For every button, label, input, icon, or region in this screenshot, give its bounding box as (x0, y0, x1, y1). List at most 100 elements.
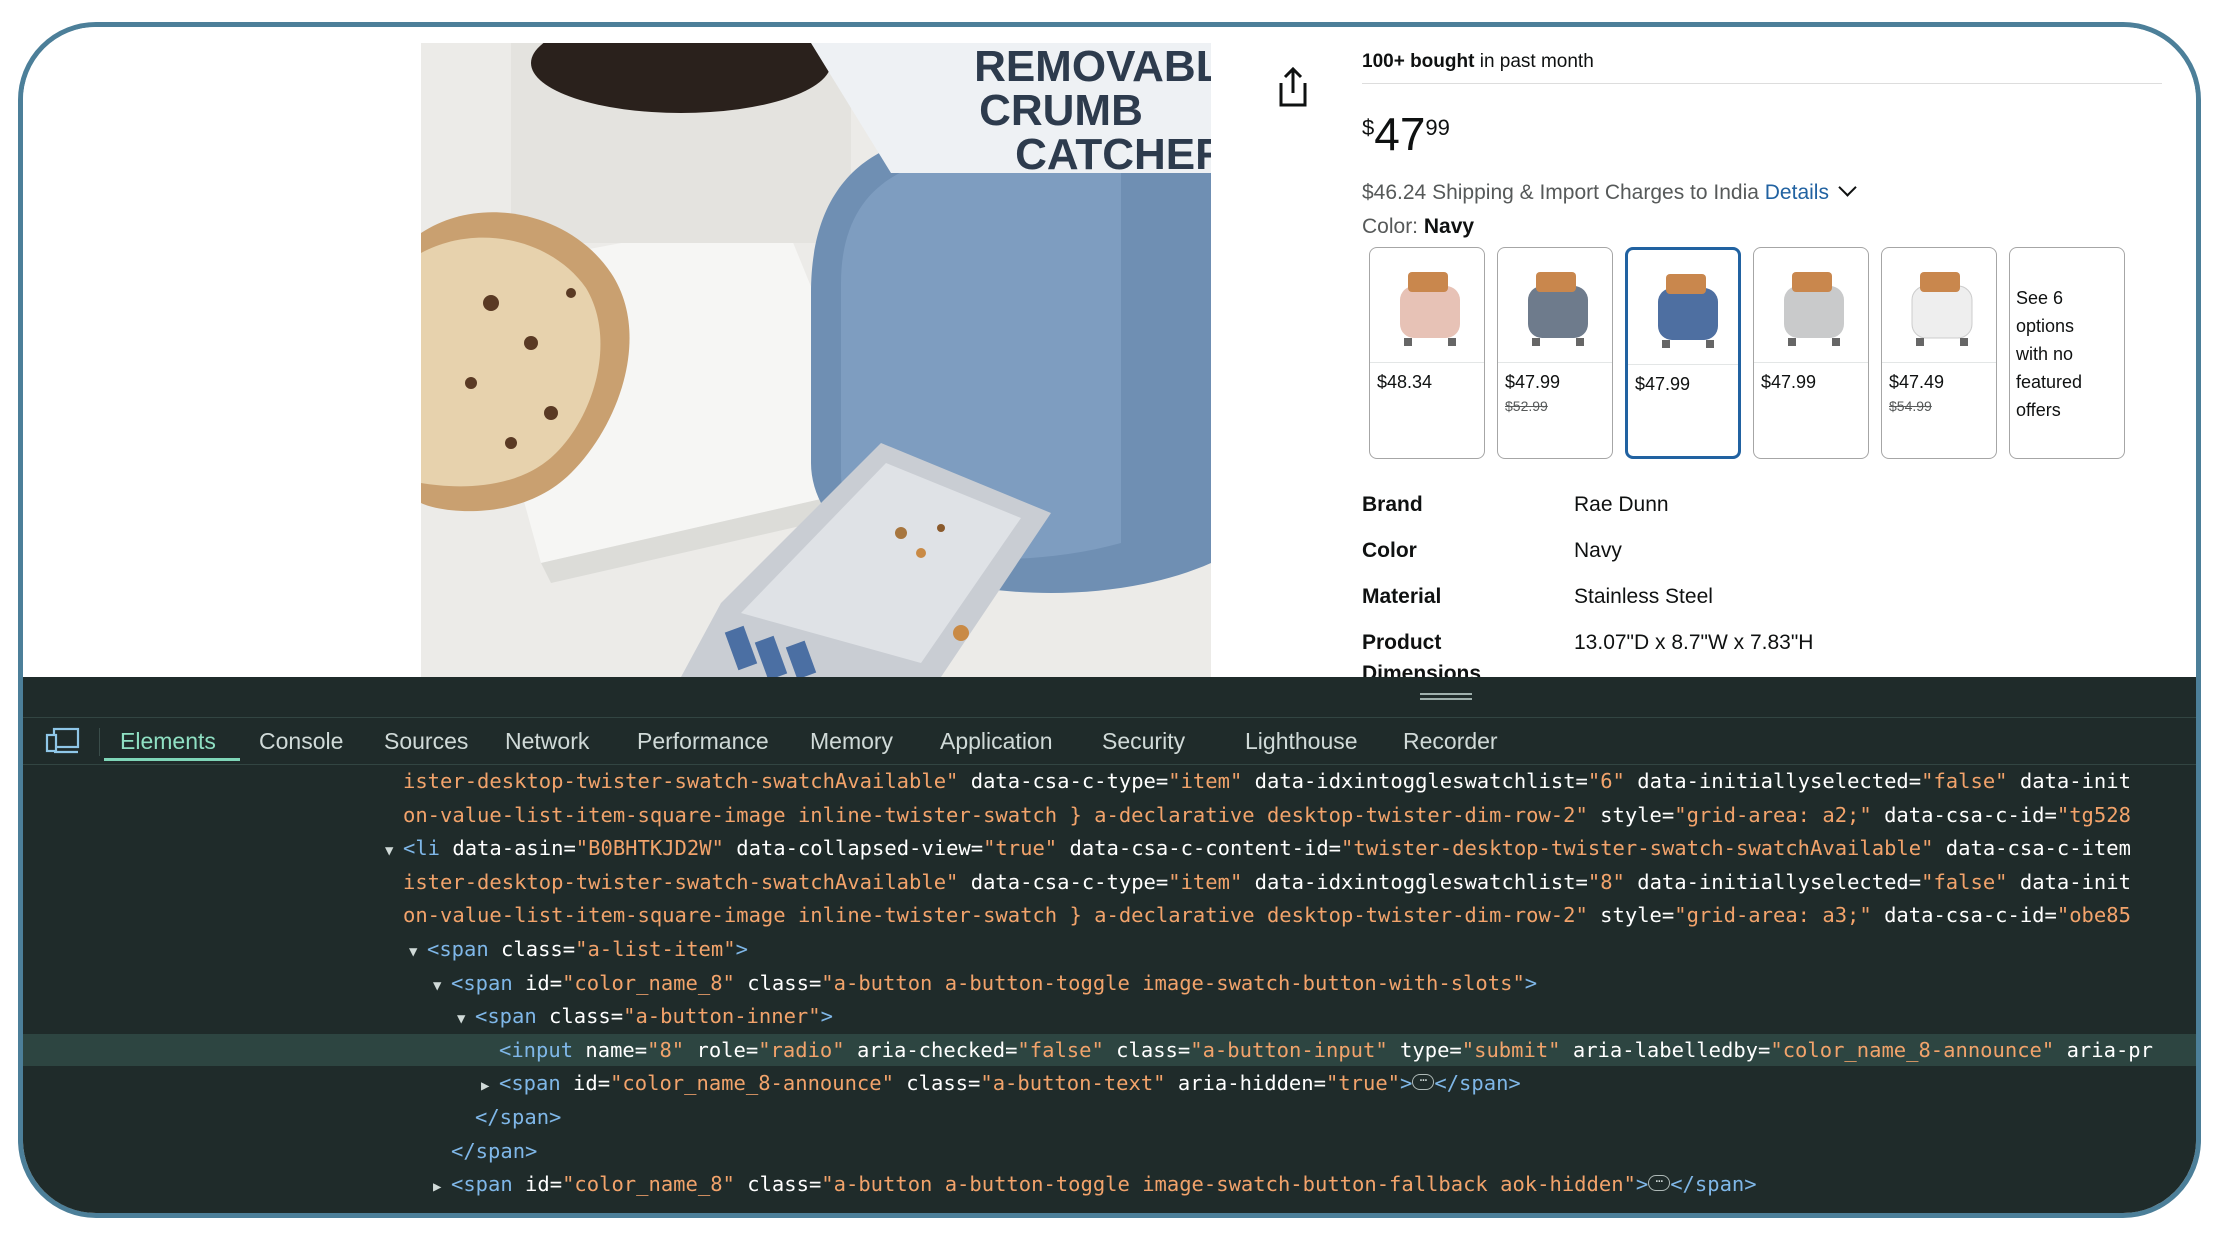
spec-key-line: Product (1362, 631, 1442, 654)
collapse-triangle-icon[interactable]: ▼ (457, 1003, 475, 1032)
html-tag: > (735, 937, 748, 961)
product-section: REMOVABLE CRUMB CATCHER 100+ bought in p… (23, 27, 2196, 685)
collapse-triangle-icon[interactable]: ▼ (433, 970, 451, 999)
html-attribute-value: "color_name_8" (562, 970, 735, 995)
divider (1362, 83, 2162, 84)
spec-row: Brand Rae Dunn (1362, 489, 1813, 520)
price-fraction: 99 (1425, 115, 1450, 140)
html-attribute: data-csa-c-item (1933, 836, 2131, 861)
html-attribute: aria-checked= (844, 1037, 1018, 1062)
html-tag: > (1524, 970, 1538, 995)
dom-node-line[interactable]: ▼ <li data-asin="B0BHTKJD2W" data-collaps… (23, 832, 2196, 864)
tab-lighthouse[interactable]: Lighthouse (1245, 728, 1358, 755)
html-attribute: data-csa-c-type= (958, 869, 1169, 894)
dom-node-line[interactable]: ▼ <span class="a-list-item"> (23, 933, 2196, 965)
tab-memory[interactable]: Memory (810, 728, 893, 755)
color-swatch[interactable]: $47.99 $52.99 (1497, 247, 1613, 459)
tab-network[interactable]: Network (505, 728, 589, 755)
drag-handle-icon[interactable] (1420, 693, 1472, 700)
dom-node-line[interactable]: ▼ <span id="color_name_8" class="a-button… (23, 967, 2196, 999)
more-options-line: featured (2016, 372, 2083, 392)
html-attribute-value: "twister-desktop-twister-swatch-swatchAv… (1341, 836, 1934, 861)
color-swatch[interactable]: $47.49 $54.99 (1881, 247, 1997, 459)
collapse-triangle-icon[interactable]: ▼ (385, 835, 403, 864)
dom-node-line[interactable]: on-value-list-item-square-image inline-t… (23, 799, 2196, 831)
html-attribute: style= (1587, 802, 1675, 827)
expand-triangle-icon[interactable]: ▶ (433, 1171, 451, 1200)
html-attribute-value: "true" (1325, 1071, 1401, 1096)
swatch-price: $47.99 (1635, 374, 1691, 394)
html-attribute: class= (893, 1071, 981, 1096)
html-attribute-value: ister-desktop-twister-swatch-swatchAvail… (403, 769, 959, 793)
html-tag: <input (499, 1037, 574, 1062)
ellipsis-icon[interactable]: ⋯ (1412, 1074, 1435, 1091)
dom-node-line-selected[interactable]: <input name="8" role="radio" aria-checke… (23, 1033, 2196, 1066)
html-attribute: class= (734, 1172, 822, 1197)
product-image[interactable]: REMOVABLE CRUMB CATCHER (421, 43, 1211, 677)
dom-node-line[interactable]: </span> (23, 1135, 2196, 1167)
html-attribute-value: "8" (1587, 869, 1625, 894)
tab-recorder[interactable]: Recorder (1403, 728, 1498, 755)
chevron-down-icon[interactable] (1838, 178, 1857, 197)
html-attribute: aria-pr (2054, 1037, 2153, 1062)
dom-node-line[interactable]: ▼ <span class="a-button-inner"> (23, 1000, 2196, 1032)
html-attribute: id= (512, 970, 563, 995)
dom-node-line[interactable]: ▶ <span id="color_name_8-announce" class=… (23, 1067, 2196, 1099)
color-swatch-selected[interactable]: $47.99 (1625, 247, 1741, 459)
see-more-options-button[interactable]: See 6 options with no featured offers (2009, 247, 2125, 459)
html-tag: <span (475, 1004, 537, 1029)
more-options-line: offers (2016, 400, 2061, 420)
html-tag: <li (403, 836, 441, 861)
more-options-line: options (2016, 316, 2075, 336)
device-toolbar-icon[interactable] (45, 726, 81, 756)
tab-security[interactable]: Security (1102, 728, 1185, 755)
dom-node-line[interactable]: ister-desktop-twister-swatch-swatchAvail… (23, 866, 2196, 898)
html-attribute-value: "B0BHTKJD2W" (575, 836, 724, 861)
html-attribute-value: "item" (1168, 769, 1243, 793)
html-attribute-value: "item" (1168, 869, 1243, 894)
html-attribute: data-initiallyselected= (1624, 869, 1922, 894)
html-attribute-value: "a-button-inner" (623, 1004, 821, 1029)
dom-node-line[interactable]: on-value-list-item-square-image inline-t… (23, 899, 2196, 931)
html-attribute: data-init (2007, 769, 2131, 793)
dom-node-line[interactable]: ▶ <span id="color_name_8" class="a-button… (23, 1168, 2196, 1200)
spec-value: Navy (1574, 539, 1622, 562)
dom-node-line[interactable]: ister-desktop-twister-swatch-swatchAvail… (23, 765, 2196, 797)
color-swatch[interactable]: $47.99 (1753, 247, 1869, 459)
html-attribute: data-idxintoggleswatchlist= (1242, 869, 1588, 894)
html-attribute-value: "radio" (758, 1037, 845, 1062)
tab-elements[interactable]: Elements (120, 728, 216, 755)
devtools-tabs: Elements Console Sources Network Perform… (23, 718, 2196, 765)
html-attribute-value: "false" (1921, 769, 2008, 793)
active-tab-indicator (104, 758, 240, 761)
dom-node-line[interactable]: </span> (23, 1101, 2196, 1133)
ellipsis-icon[interactable]: ⋯ (1648, 1175, 1671, 1192)
share-icon[interactable] (1273, 65, 1313, 109)
html-attribute-value: "color_name_8-announce" (610, 1071, 894, 1096)
html-attribute: data-idxintoggleswatchlist= (1242, 769, 1588, 793)
tab-console[interactable]: Console (259, 728, 343, 755)
html-attribute: type= (1387, 1037, 1462, 1062)
tab-performance[interactable]: Performance (637, 728, 769, 755)
html-tag: <span (451, 1172, 513, 1197)
color-selection: Color: Navy (1362, 215, 1474, 239)
more-options-line: with no (2016, 344, 2074, 364)
details-link[interactable]: Details (1765, 181, 1829, 204)
image-text-1: REMOVABLE (974, 43, 1211, 91)
html-attribute-value: "false" (1017, 1037, 1104, 1062)
collapse-triangle-icon[interactable]: ▼ (409, 936, 427, 965)
html-attribute: data-csa-c-content-id= (1057, 836, 1342, 861)
html-tag: </span> (1434, 1071, 1521, 1096)
html-attribute-value: "obe85 (2056, 903, 2131, 928)
html-attribute: aria-hidden= (1165, 1071, 1326, 1096)
swatch-price: $47.99 (1761, 372, 1817, 392)
swatch-price: $48.34 (1377, 372, 1433, 392)
tab-application[interactable]: Application (940, 728, 1053, 755)
devtools-resize-bar[interactable] (23, 677, 2196, 718)
html-attribute: data-csa-c-id= (1871, 903, 2057, 928)
more-options-line: See 6 (2016, 288, 2064, 308)
color-swatch[interactable]: $48.34 (1369, 247, 1485, 459)
shipping-info: $46.24 Shipping & Import Charges to Indi… (1362, 178, 1857, 205)
tab-sources[interactable]: Sources (384, 728, 468, 755)
expand-triangle-icon[interactable]: ▶ (481, 1070, 499, 1099)
